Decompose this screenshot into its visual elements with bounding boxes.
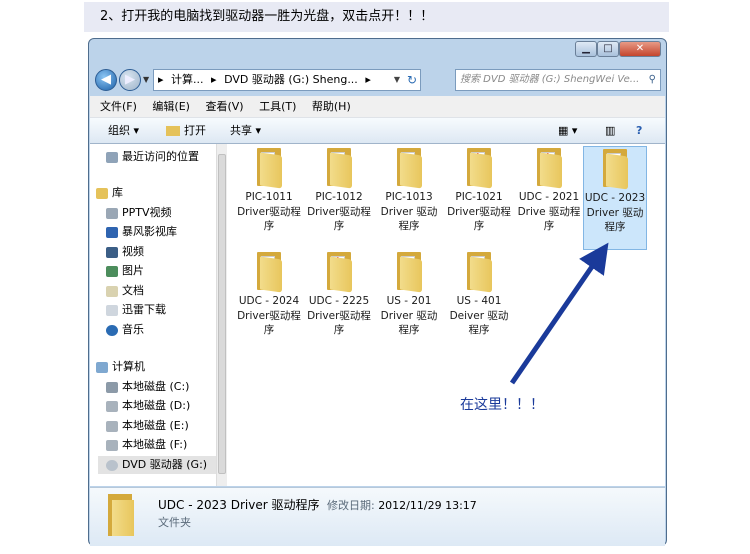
pointer-arrow (509, 242, 609, 385)
annotation-text: 在这里！！！ (460, 397, 544, 413)
